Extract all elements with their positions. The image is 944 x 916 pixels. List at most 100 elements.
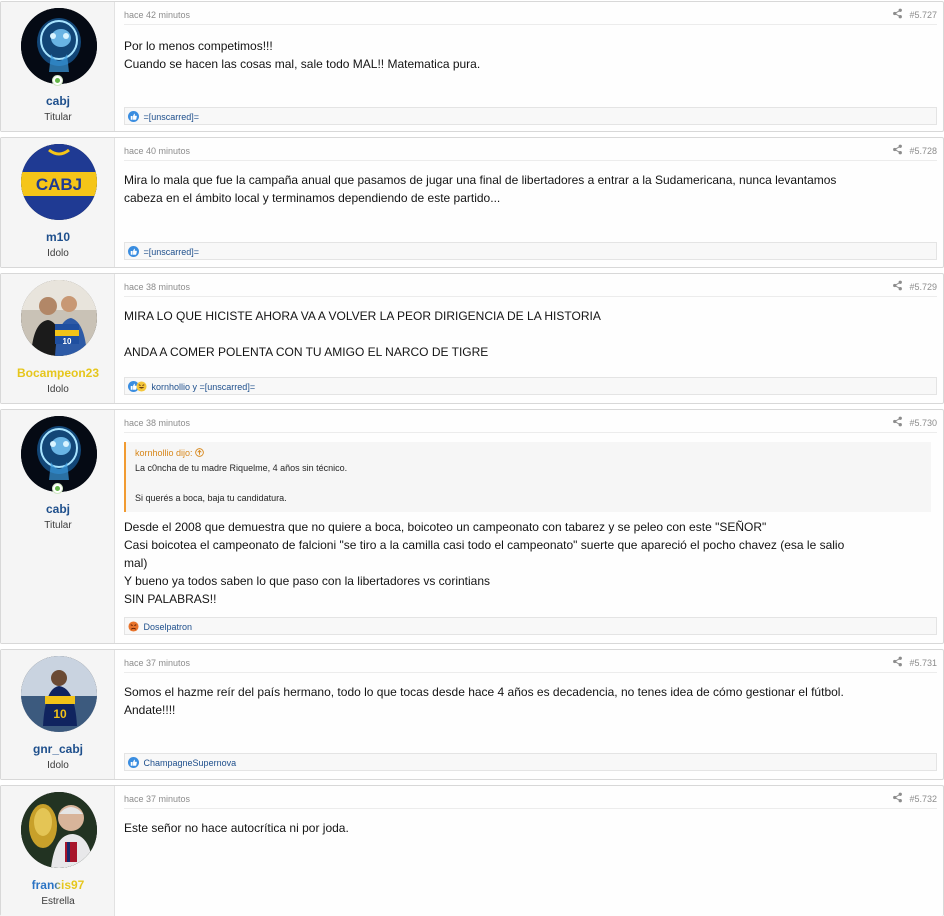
post-time[interactable]: hace 40 minutos bbox=[124, 146, 190, 156]
reactions-text[interactable]: kornhollio y =[unscarred]= bbox=[152, 382, 256, 392]
quote-block: kornhollio dijo: La c0ncha de tu madre R… bbox=[124, 442, 931, 512]
username[interactable]: cabj bbox=[1, 94, 115, 108]
post-number[interactable]: #5.728 bbox=[909, 146, 937, 156]
username[interactable]: francis97 bbox=[1, 878, 115, 892]
share-icon[interactable] bbox=[892, 792, 903, 803]
post-line: Este señor no hace autocrítica ni por jo… bbox=[124, 821, 349, 835]
post-main: hace 37 minutos #5.732 Este señor no hac… bbox=[115, 786, 943, 916]
avatar[interactable] bbox=[21, 416, 97, 492]
online-status-dot bbox=[52, 483, 63, 494]
quote-author-text[interactable]: kornhollio dijo: bbox=[135, 448, 193, 458]
svg-text:CABJ: CABJ bbox=[36, 175, 82, 194]
post-time[interactable]: hace 37 minutos bbox=[124, 794, 190, 804]
post-number[interactable]: #5.730 bbox=[909, 418, 937, 428]
post-line: Andate!!!! bbox=[124, 703, 176, 717]
post-body: kornhollio dijo: La c0ncha de tu madre R… bbox=[124, 442, 931, 608]
avatar[interactable]: CABJ bbox=[21, 144, 97, 220]
avatar[interactable]: 10 bbox=[21, 656, 97, 732]
post-time[interactable]: hace 42 minutos bbox=[124, 10, 190, 20]
photo-avatar-image: 10 bbox=[21, 280, 97, 356]
quote-line: Si querés a boca, baja tu candidatura. bbox=[135, 493, 287, 503]
reactions-bar[interactable]: ChampagneSupernova bbox=[124, 753, 937, 771]
post-time[interactable]: hace 38 minutos bbox=[124, 418, 190, 428]
share-icon[interactable] bbox=[892, 144, 903, 155]
reactions-bar[interactable]: =[unscarred]= bbox=[124, 107, 937, 125]
quote-line: La c0ncha de tu madre Riquelme, 4 años s… bbox=[135, 463, 348, 473]
reactions-bar[interactable]: =[unscarred]= bbox=[124, 242, 937, 260]
user-title: Titular bbox=[44, 520, 72, 531]
post-main: hace 38 minutos #5.729 MIRA LO QUE HICIS… bbox=[115, 274, 943, 403]
thumbs-up-icon bbox=[128, 757, 139, 769]
post-number[interactable]: #5.729 bbox=[909, 282, 937, 292]
player-avatar-image: 10 bbox=[21, 656, 97, 732]
user-cell: CABJ m10 Idolo bbox=[1, 138, 115, 267]
user-cell: 10 Bocampeon23 Idolo bbox=[1, 274, 115, 403]
username[interactable]: m10 bbox=[1, 230, 115, 244]
avatar[interactable]: 10 bbox=[21, 280, 97, 356]
post-header: hace 38 minutos #5.730 bbox=[124, 410, 937, 433]
post-time[interactable]: hace 37 minutos bbox=[124, 658, 190, 668]
post: cabj Titular hace 38 minutos #5.730 korn… bbox=[0, 409, 944, 644]
share-icon[interactable] bbox=[892, 8, 903, 19]
reactions-text[interactable]: ChampagneSupernova bbox=[144, 758, 237, 768]
quote-line bbox=[135, 476, 923, 491]
post-line: Cuando se hacen las cosas mal, sale todo… bbox=[124, 57, 481, 71]
post-line: ANDA A COMER POLENTA CON TU AMIGO EL NAR… bbox=[124, 345, 489, 359]
post-line: SIN PALABRAS!! bbox=[124, 592, 217, 606]
post-line: Y bueno ya todos saben lo que paso con l… bbox=[124, 574, 491, 588]
post-body: Este señor no hace autocrítica ni por jo… bbox=[124, 819, 931, 837]
post-line: Somos el hazme reír del país hermano, to… bbox=[124, 685, 844, 699]
user-cell: cabj Titular bbox=[1, 2, 115, 131]
post-number[interactable]: #5.732 bbox=[909, 794, 937, 804]
reactions-bar[interactable]: kornhollio y =[unscarred]= bbox=[124, 377, 937, 395]
post-line: Mira lo mala que fue la campaña anual qu… bbox=[124, 173, 837, 187]
post-line: Por lo menos competimos!!! bbox=[124, 39, 273, 53]
username-text[interactable]: francis97 bbox=[32, 878, 85, 892]
username[interactable]: Bocampeon23 bbox=[1, 366, 115, 380]
angry-face-icon bbox=[128, 621, 139, 632]
post: CABJ m10 Idolo hace 40 minutos #5.728 Mi… bbox=[0, 137, 944, 268]
reactions-bar[interactable]: Doselpatron bbox=[124, 617, 937, 635]
post-line: Desde el 2008 que demuestra que no quier… bbox=[124, 520, 767, 534]
share-icon[interactable] bbox=[892, 656, 903, 667]
user-title: Titular bbox=[44, 112, 72, 123]
avatar[interactable] bbox=[21, 8, 97, 84]
post-header: hace 37 minutos #5.732 bbox=[124, 786, 937, 809]
laugh-icon bbox=[136, 381, 147, 392]
user-title: Idolo bbox=[47, 248, 69, 259]
post-time[interactable]: hace 38 minutos bbox=[124, 282, 190, 292]
post-line bbox=[124, 325, 931, 343]
svg-text:10: 10 bbox=[53, 707, 67, 721]
arrow-up-circle-icon[interactable] bbox=[195, 448, 204, 457]
svg-text:10: 10 bbox=[63, 337, 72, 346]
post-number[interactable]: #5.727 bbox=[909, 10, 937, 20]
post-line: Casi boicotea el campeonato de falcioni … bbox=[124, 538, 845, 552]
post-line: mal) bbox=[124, 556, 148, 570]
post-body: Mira lo mala que fue la campaña anual qu… bbox=[124, 171, 931, 207]
post-main: hace 37 minutos #5.731 Somos el hazme re… bbox=[115, 650, 943, 779]
post-body: MIRA LO QUE HICISTE AHORA VA A VOLVER LA… bbox=[124, 307, 931, 361]
username[interactable]: gnr_cabj bbox=[1, 742, 115, 756]
quote-author[interactable]: kornhollio dijo: bbox=[135, 445, 923, 461]
post: 10 gnr_cabj Idolo hace 37 minutos #5.731… bbox=[0, 649, 944, 780]
post-main: hace 40 minutos #5.728 Mira lo mala que … bbox=[115, 138, 943, 267]
reactions-text[interactable]: Doselpatron bbox=[144, 622, 193, 632]
user-title: Idolo bbox=[47, 384, 69, 395]
post: francis97 Estrella hace 37 minutos #5.73… bbox=[0, 785, 944, 916]
reactions-text[interactable]: =[unscarred]= bbox=[144, 112, 200, 122]
reactions-text[interactable]: =[unscarred]= bbox=[144, 247, 200, 257]
post: 10 Bocampeon23 Idolo hace 38 minutos #5.… bbox=[0, 273, 944, 404]
share-icon[interactable] bbox=[892, 280, 903, 291]
share-icon[interactable] bbox=[892, 416, 903, 427]
user-title: Idolo bbox=[47, 760, 69, 771]
username[interactable]: cabj bbox=[1, 502, 115, 516]
avatar[interactable] bbox=[21, 792, 97, 868]
post-body: Por lo menos competimos!!! Cuando se hac… bbox=[124, 37, 931, 73]
post-header: hace 37 minutos #5.731 bbox=[124, 650, 937, 673]
online-status-dot bbox=[52, 75, 63, 86]
post-header: hace 42 minutos #5.727 bbox=[124, 2, 937, 25]
post-body: Somos el hazme reír del país hermano, to… bbox=[124, 683, 931, 719]
thumbs-up-icon bbox=[128, 111, 139, 123]
post-main: hace 38 minutos #5.730 kornhollio dijo: … bbox=[115, 410, 943, 643]
post-number[interactable]: #5.731 bbox=[909, 658, 937, 668]
